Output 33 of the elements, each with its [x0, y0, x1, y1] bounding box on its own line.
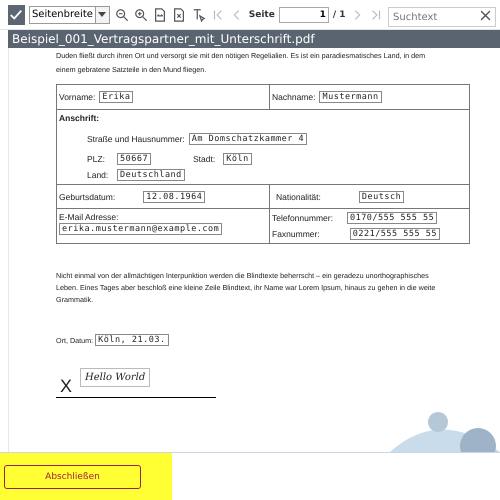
field-label: Nationalität: — [276, 192, 321, 202]
finish-button[interactable]: Abschließen — [4, 464, 141, 488]
document-title: Beispiel_001_Vertragspartner_mit_Unterschrift.pdf — [8, 30, 500, 48]
field-label: Land: — [87, 170, 109, 180]
field-label: Nachname: — [272, 92, 316, 102]
field-label: Vorname: — [59, 92, 96, 102]
field-label: Geburtsdatum: — [59, 192, 116, 202]
form-field[interactable]: Köln, 21.03. — [95, 334, 169, 346]
field-label: Faxnummer: — [272, 229, 320, 239]
field-label: PLZ: — [87, 154, 106, 164]
field-label: Telefonnummer: — [272, 213, 333, 223]
section-heading: Anschrift: — [59, 113, 100, 123]
field-label: Straße und Hausnummer: — [87, 134, 185, 144]
form-field[interactable]: Deutschland — [117, 169, 185, 181]
field-label: E-Mail Adresse: — [59, 212, 120, 222]
form-field[interactable]: Köln — [223, 153, 252, 165]
page-total: / 1 — [332, 10, 346, 20]
form-field[interactable]: Mustermann — [319, 91, 382, 103]
form-field[interactable]: 50667 — [117, 153, 151, 165]
zoom-dropdown[interactable]: Seitenbreite — [28, 6, 110, 24]
form-field[interactable]: Erika — [99, 91, 134, 103]
page-input[interactable]: 1 — [278, 6, 329, 22]
form-field[interactable]: Am Domschatzkammer 4 — [188, 133, 308, 145]
form-field[interactable]: Deutsch — [358, 190, 404, 202]
signature-field[interactable]: Hello World — [80, 368, 150, 387]
field-label: Stadt: — [193, 154, 216, 164]
form-field[interactable]: 0221/555 555 55 — [350, 228, 440, 240]
form-field[interactable]: erika.mustermann@example.com — [59, 223, 222, 235]
signature-mark: X — [60, 377, 72, 395]
page-label: Seite — [248, 10, 275, 20]
form-field[interactable]: 12.08.1964 — [143, 190, 206, 202]
form-field[interactable]: 0170/555 555 55 — [346, 212, 438, 224]
search-field[interactable]: Suchtext — [388, 7, 496, 27]
